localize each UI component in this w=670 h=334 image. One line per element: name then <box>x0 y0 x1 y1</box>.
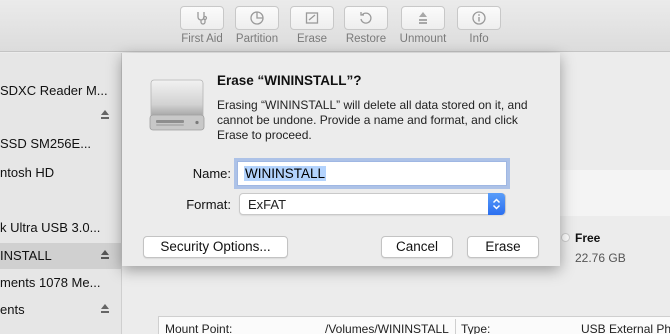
volume-info-table: Mount Point: /Volumes/WININSTALL Type: U… <box>158 316 670 334</box>
eject-icon[interactable] <box>100 249 110 261</box>
sidebar-item-label: SDXC Reader M... <box>0 83 108 98</box>
erase-button[interactable]: Erase <box>467 236 539 258</box>
stethoscope-icon <box>180 6 224 30</box>
name-field[interactable]: WININSTALL <box>237 161 507 186</box>
name-field-label: Name: <box>192 166 231 181</box>
unmount-icon <box>401 6 445 30</box>
chevron-up-down-icon <box>488 193 505 215</box>
cancel-button[interactable]: Cancel <box>381 236 453 258</box>
column-divider <box>455 319 456 334</box>
dialog-title: Erase “WININSTALL”? <box>217 73 362 88</box>
dialog-message: Erasing “WININSTALL” will delete all dat… <box>217 98 528 142</box>
format-select[interactable]: ExFAT <box>239 193 506 215</box>
partition-label: Partition <box>235 33 279 45</box>
unmount-button[interactable]: Unmount <box>399 6 447 45</box>
sidebar-item-label: SSD SM256E... <box>0 136 92 151</box>
sidebar-item-ultra-usb[interactable]: k Ultra USB 3.0... <box>0 215 122 241</box>
sidebar-item-wininstall[interactable]: INSTALL <box>0 243 122 269</box>
partition-button[interactable]: Partition <box>233 6 281 45</box>
restore-button[interactable]: Restore <box>342 6 390 45</box>
sidebar-item-label: ntosh HD <box>0 165 55 180</box>
sidebar: SDXC Reader M... SSD SM256E... ntosh HD … <box>0 53 122 334</box>
format-select-value: ExFAT <box>248 197 287 212</box>
sidebar-item-documents-disk[interactable]: ments 1078 Me... <box>0 270 122 296</box>
sidebar-item-macintosh-hd[interactable]: ntosh HD <box>0 160 122 186</box>
info-icon <box>457 6 501 30</box>
info-label: Info <box>469 33 489 45</box>
sidebar-item-label: ents <box>0 302 25 317</box>
restore-label: Restore <box>345 33 387 45</box>
toolbar: First Aid Partition Erase Restore Unmoun… <box>0 0 670 52</box>
sidebar-item-documents-volume[interactable]: ents <box>0 297 122 323</box>
sidebar-item-label: ments 1078 Me... <box>0 275 101 290</box>
sidebar-item-label: INSTALL <box>0 248 52 263</box>
type-label: Type: <box>461 322 491 334</box>
erase-toolbar-label: Erase <box>296 33 328 45</box>
unmount-label: Unmount <box>399 33 447 45</box>
free-space-value: 22.76 GB <box>575 251 626 265</box>
info-button[interactable]: Info <box>455 6 503 45</box>
eraser-icon <box>290 6 334 30</box>
erase-dialog: Erase “WININSTALL”? Erasing “WININSTALL”… <box>122 53 560 266</box>
usage-bar-area <box>556 170 670 216</box>
sidebar-item-sdxc-reader[interactable]: SDXC Reader M... <box>0 78 122 104</box>
erase-toolbar-button[interactable]: Erase <box>288 6 336 45</box>
type-value: USB External Phy <box>581 322 670 334</box>
pie-chart-icon <box>235 6 279 30</box>
eject-icon[interactable] <box>100 303 110 315</box>
external-drive-icon <box>149 79 205 131</box>
mount-point-label: Mount Point: <box>165 322 233 334</box>
first-aid-label: First Aid <box>181 33 223 45</box>
free-space-dot <box>561 233 570 242</box>
format-field-label: Format: <box>186 197 231 212</box>
sidebar-item-label: k Ultra USB 3.0... <box>0 220 101 235</box>
security-options-button[interactable]: Security Options... <box>143 236 288 258</box>
sidebar-item-ssd[interactable]: SSD SM256E... <box>0 131 122 157</box>
first-aid-button[interactable]: First Aid <box>178 6 226 45</box>
eject-icon[interactable] <box>100 109 110 121</box>
restore-icon <box>344 6 388 30</box>
free-space-label: Free <box>575 231 601 245</box>
name-field-value: WININSTALL <box>244 166 327 181</box>
sidebar-item-sdxc-volume[interactable] <box>0 103 122 129</box>
mount-point-value: /Volumes/WININSTALL <box>325 322 449 334</box>
